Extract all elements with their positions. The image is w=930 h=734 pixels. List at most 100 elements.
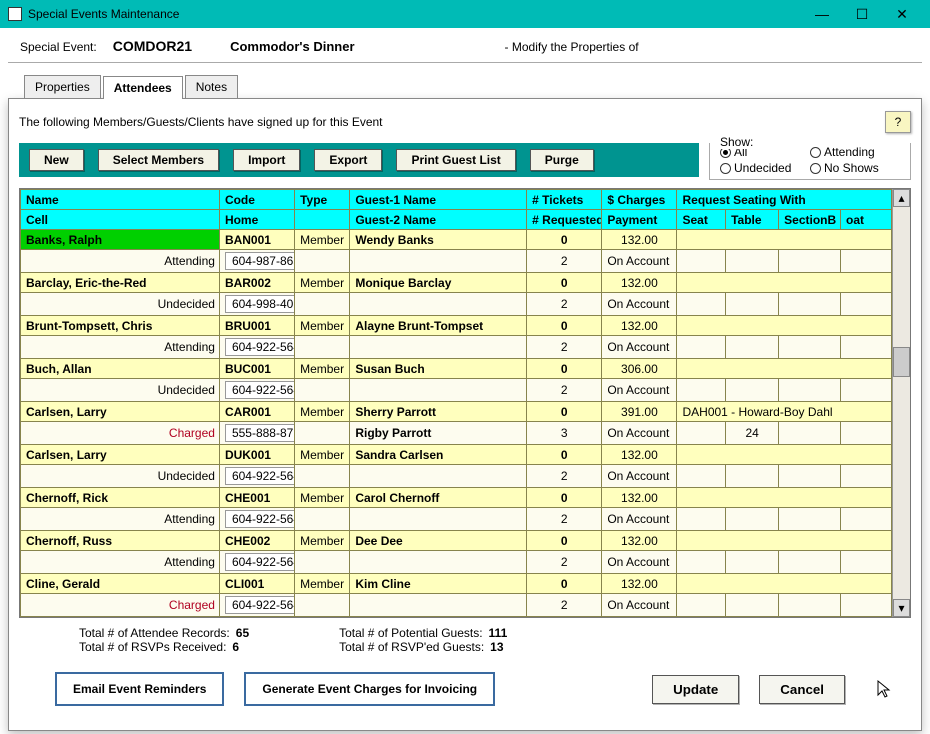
cell-type[interactable]: Member [295, 316, 350, 336]
radio-attending[interactable]: Attending [810, 145, 900, 159]
cell-guest2[interactable] [350, 465, 527, 488]
cell-phone[interactable]: 604-922-5646 [219, 465, 294, 488]
table-row[interactable]: Cline, GeraldCLI001MemberKim Cline0132.0… [21, 574, 892, 594]
cell-boat[interactable] [841, 594, 892, 617]
cell-payment[interactable]: On Account [602, 422, 677, 445]
cell-phone[interactable]: 604-922-5646 [219, 594, 294, 617]
table-row[interactable]: Attending604-922-56462On Account [21, 336, 892, 359]
col-request-seating[interactable]: Request Seating With [677, 190, 892, 210]
cell-seat[interactable] [677, 551, 726, 574]
cell-phone[interactable]: 604-922-5646 [219, 379, 294, 402]
cell-status[interactable]: Attending [21, 551, 220, 574]
cell-type[interactable]: Member [295, 531, 350, 551]
cell-seating[interactable] [677, 488, 892, 508]
cell-status[interactable]: Attending [21, 508, 220, 531]
col-payment[interactable]: Payment [602, 210, 677, 230]
cell-guest1[interactable]: Kim Cline [350, 574, 527, 594]
cell-guest1[interactable]: Susan Buch [350, 359, 527, 379]
table-row[interactable]: Carlsen, LarryCAR001MemberSherry Parrott… [21, 402, 892, 422]
close-button[interactable]: ✕ [882, 0, 922, 28]
cell-boat[interactable] [841, 551, 892, 574]
table-row[interactable]: Undecided604-922-56462On Account [21, 465, 892, 488]
print-guest-list-button[interactable]: Print Guest List [396, 149, 515, 171]
cell-guest2[interactable] [350, 551, 527, 574]
cell-status[interactable]: Undecided [21, 465, 220, 488]
cell-code[interactable]: BRU001 [219, 316, 294, 336]
cell-charges[interactable]: 132.00 [602, 531, 677, 551]
col-code[interactable]: Code [219, 190, 294, 210]
export-button[interactable]: Export [314, 149, 382, 171]
cell-name[interactable]: Chernoff, Russ [21, 531, 220, 551]
table-row[interactable]: Chernoff, RussCHE002MemberDee Dee0132.00 [21, 531, 892, 551]
cell-seat[interactable] [677, 594, 726, 617]
cell-section[interactable] [779, 465, 841, 488]
cell-table[interactable] [726, 293, 779, 316]
cell-seat[interactable] [677, 465, 726, 488]
col-tickets[interactable]: # Tickets [527, 190, 602, 210]
cell-status[interactable]: Attending [21, 250, 220, 273]
col-seat[interactable]: Seat [677, 210, 726, 230]
cell-name[interactable]: Cline, Gerald [21, 574, 220, 594]
cell-charges[interactable]: 132.00 [602, 488, 677, 508]
cell-tickets[interactable]: 0 [527, 316, 602, 336]
radio-noshows[interactable]: No Shows [810, 161, 900, 175]
scroll-down-icon[interactable]: ▾ [893, 599, 910, 617]
tab-notes[interactable]: Notes [185, 75, 238, 98]
cell-name[interactable]: Banks, Ralph [21, 230, 220, 250]
cell-requested[interactable]: 2 [527, 379, 602, 402]
cell-seating[interactable] [677, 273, 892, 293]
cell-guest1[interactable]: Monique Barclay [350, 273, 527, 293]
cell-seat[interactable] [677, 379, 726, 402]
cell-charges[interactable]: 391.00 [602, 402, 677, 422]
col-name[interactable]: Name [21, 190, 220, 210]
cell-guest2[interactable]: Rigby Parrott [350, 422, 527, 445]
cell-payment[interactable]: On Account [602, 508, 677, 531]
cell-seat[interactable] [677, 336, 726, 359]
cell-section[interactable] [779, 293, 841, 316]
cell-boat[interactable] [841, 293, 892, 316]
cell-requested[interactable]: 2 [527, 594, 602, 617]
cell-guest2[interactable] [350, 250, 527, 273]
table-row[interactable]: Charged604-922-56462On Account [21, 594, 892, 617]
cell-charges[interactable]: 132.00 [602, 230, 677, 250]
table-row[interactable]: Undecided604-922-56462On Account [21, 379, 892, 402]
cell-payment[interactable]: On Account [602, 551, 677, 574]
cell-guest1[interactable]: Carol Chernoff [350, 488, 527, 508]
cell-charges[interactable]: 132.00 [602, 445, 677, 465]
cell-section[interactable] [779, 422, 841, 445]
cell-code[interactable]: DUK001 [219, 445, 294, 465]
cell-table[interactable] [726, 508, 779, 531]
cell-code[interactable]: CHE002 [219, 531, 294, 551]
cell-requested[interactable]: 2 [527, 250, 602, 273]
cell-seat[interactable] [677, 508, 726, 531]
cell-boat[interactable] [841, 336, 892, 359]
cell-charges[interactable]: 132.00 [602, 574, 677, 594]
cell-requested[interactable]: 3 [527, 422, 602, 445]
cell-payment[interactable]: On Account [602, 336, 677, 359]
cell-name[interactable]: Brunt-Tompsett, Chris [21, 316, 220, 336]
cell-section[interactable] [779, 250, 841, 273]
table-row[interactable]: Barclay, Eric-the-RedBAR002MemberMonique… [21, 273, 892, 293]
col-charges[interactable]: $ Charges [602, 190, 677, 210]
table-row[interactable]: Undecided604-998-40232On Account [21, 293, 892, 316]
cell-status[interactable]: Undecided [21, 379, 220, 402]
cell-type[interactable]: Member [295, 402, 350, 422]
table-row[interactable]: Chernoff, RickCHE001MemberCarol Chernoff… [21, 488, 892, 508]
cell-payment[interactable]: On Account [602, 594, 677, 617]
cell-requested[interactable]: 2 [527, 293, 602, 316]
cell-tickets[interactable]: 0 [527, 445, 602, 465]
cell-table[interactable]: 24 [726, 422, 779, 445]
cell-tickets[interactable]: 0 [527, 359, 602, 379]
cell-charges[interactable]: 306.00 [602, 359, 677, 379]
table-row[interactable]: Banks, RalphBAN001MemberWendy Banks0132.… [21, 230, 892, 250]
cell-seating[interactable] [677, 531, 892, 551]
cell-name[interactable]: Carlsen, Larry [21, 402, 220, 422]
cell-table[interactable] [726, 465, 779, 488]
cell-code[interactable]: CLI001 [219, 574, 294, 594]
table-row[interactable]: Charged555-888-8765Rigby Parrott3On Acco… [21, 422, 892, 445]
col-boat[interactable]: oat [841, 210, 892, 230]
cell-table[interactable] [726, 336, 779, 359]
table-row[interactable]: Buch, AllanBUC001MemberSusan Buch0306.00 [21, 359, 892, 379]
tab-attendees[interactable]: Attendees [103, 76, 183, 99]
cell-code[interactable]: CHE001 [219, 488, 294, 508]
